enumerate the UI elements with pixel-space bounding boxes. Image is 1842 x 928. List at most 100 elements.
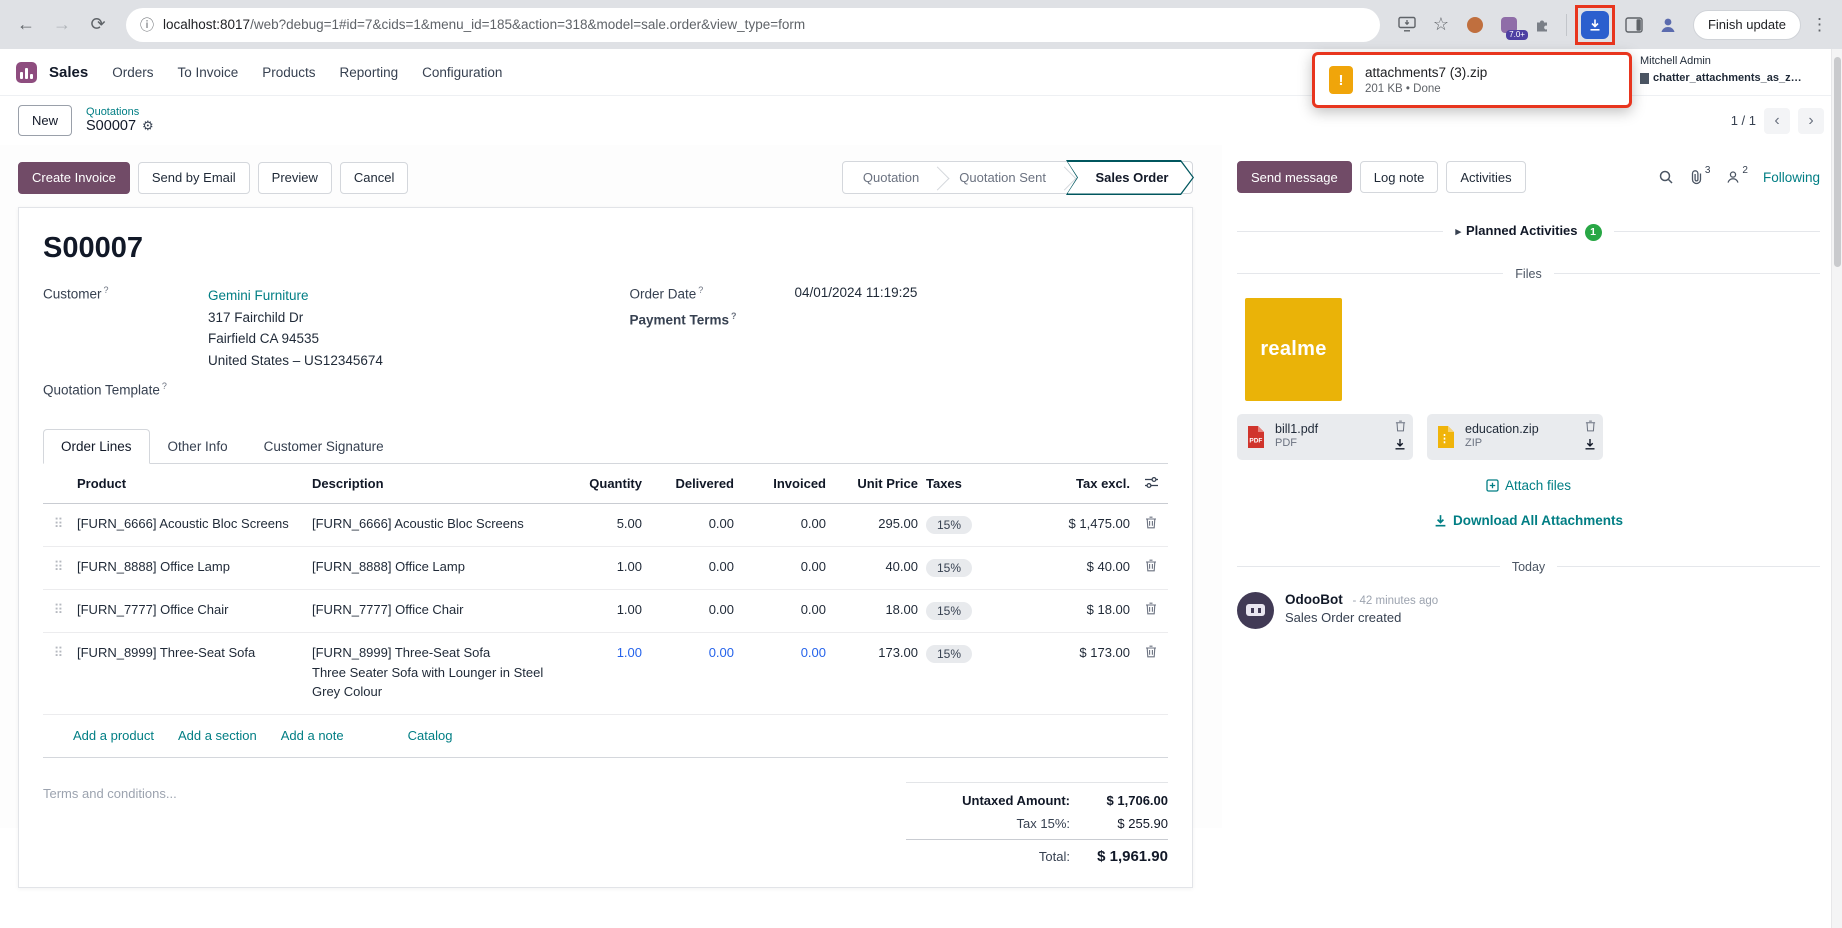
cell-quantity[interactable]: 1.00 bbox=[558, 547, 646, 586]
cell-description[interactable]: [FURN_6666] Acoustic Bloc Screens bbox=[308, 504, 558, 543]
cell-description[interactable]: [FURN_8999] Three-Seat Sofa Three Seater… bbox=[308, 633, 558, 714]
terms-placeholder[interactable]: Terms and conditions... bbox=[43, 782, 177, 801]
delete-row-icon[interactable] bbox=[1134, 633, 1168, 670]
downloads-icon[interactable] bbox=[1581, 11, 1609, 39]
cell-invoiced[interactable]: 0.00 bbox=[738, 633, 830, 672]
menu-orders[interactable]: Orders bbox=[112, 65, 153, 80]
search-messages-icon[interactable] bbox=[1658, 169, 1674, 185]
page-scrollbar[interactable] bbox=[1831, 49, 1842, 928]
cell-unit-price[interactable]: 295.00 bbox=[830, 504, 922, 543]
tab-other-info[interactable]: Other Info bbox=[150, 429, 246, 464]
shelf-file[interactable]: chatter_attachments_as_z… bbox=[1640, 72, 1840, 84]
preview-button[interactable]: Preview bbox=[258, 162, 332, 194]
install-app-icon[interactable] bbox=[1392, 10, 1422, 40]
menu-reporting[interactable]: Reporting bbox=[340, 65, 399, 80]
message-author[interactable]: OdooBot bbox=[1285, 592, 1343, 607]
cell-delivered[interactable]: 0.00 bbox=[646, 633, 738, 672]
cell-delivered[interactable]: 0.00 bbox=[646, 547, 738, 586]
download-attachment-icon[interactable] bbox=[1394, 437, 1406, 455]
attachment-card-pdf[interactable]: PDF bill1.pdf PDF bbox=[1237, 414, 1413, 460]
finish-update-button[interactable]: Finish update bbox=[1693, 10, 1801, 40]
tab-customer-signature[interactable]: Customer Signature bbox=[246, 429, 402, 464]
cell-invoiced[interactable]: 0.00 bbox=[738, 590, 830, 629]
log-note-button[interactable]: Log note bbox=[1360, 161, 1439, 193]
drag-handle-icon[interactable]: ⠿ bbox=[43, 633, 73, 673]
side-panel-icon[interactable] bbox=[1619, 10, 1649, 40]
col-delivered[interactable]: Delivered bbox=[646, 464, 738, 503]
cell-unit-price[interactable]: 40.00 bbox=[830, 547, 922, 586]
reload-button[interactable]: ⟳ bbox=[82, 9, 114, 41]
col-invoiced[interactable]: Invoiced bbox=[738, 464, 830, 503]
table-row[interactable]: ⠿ [FURN_7777] Office Chair [FURN_7777] O… bbox=[43, 590, 1168, 633]
extension-icon-2[interactable]: 7.0+ bbox=[1494, 10, 1524, 40]
pager-previous-icon[interactable]: ‹ bbox=[1764, 108, 1790, 134]
cell-delivered[interactable]: 0.00 bbox=[646, 590, 738, 629]
drag-handle-icon[interactable]: ⠿ bbox=[43, 590, 73, 630]
drag-handle-icon[interactable]: ⠿ bbox=[43, 547, 73, 587]
menu-to-invoice[interactable]: To Invoice bbox=[177, 65, 238, 80]
col-unit-price[interactable]: Unit Price bbox=[830, 464, 922, 503]
cell-product[interactable]: [FURN_8999] Three-Seat Sofa bbox=[73, 633, 308, 672]
tab-order-lines[interactable]: Order Lines bbox=[43, 429, 150, 464]
delete-row-icon[interactable] bbox=[1134, 504, 1168, 541]
send-message-button[interactable]: Send message bbox=[1237, 161, 1352, 193]
cell-unit-price[interactable]: 173.00 bbox=[830, 633, 922, 672]
delete-attachment-icon[interactable] bbox=[1395, 419, 1406, 437]
add-product-link[interactable]: Add a product bbox=[73, 728, 154, 743]
col-description[interactable]: Description bbox=[308, 464, 558, 503]
create-invoice-button[interactable]: Create Invoice bbox=[18, 162, 130, 194]
new-button[interactable]: New bbox=[18, 105, 72, 136]
order-title[interactable]: S00007 bbox=[43, 232, 1168, 265]
scrollbar-thumb[interactable] bbox=[1834, 57, 1841, 267]
catalog-link[interactable]: Catalog bbox=[408, 728, 453, 743]
status-sales-order[interactable]: Sales Order bbox=[1066, 161, 1194, 194]
breadcrumb-quotations[interactable]: Quotations bbox=[86, 106, 154, 119]
url-bar[interactable]: ⓘ localhost:8017/web?debug=1#id=7&cids=1… bbox=[126, 8, 1380, 42]
table-row[interactable]: ⠿ [FURN_8888] Office Lamp [FURN_8888] Of… bbox=[43, 547, 1168, 590]
cell-description[interactable]: [FURN_8888] Office Lamp bbox=[308, 547, 558, 586]
customer-field[interactable]: Gemini Furniture 317 Fairchild Dr Fairfi… bbox=[208, 285, 582, 371]
delete-row-icon[interactable] bbox=[1134, 590, 1168, 627]
tax-badge[interactable]: 15% bbox=[926, 516, 972, 534]
cell-unit-price[interactable]: 18.00 bbox=[830, 590, 922, 629]
table-row[interactable]: ⠿ [FURN_6666] Acoustic Bloc Screens [FUR… bbox=[43, 504, 1168, 547]
site-info-icon[interactable]: ⓘ bbox=[140, 15, 154, 35]
cell-delivered[interactable]: 0.00 bbox=[646, 504, 738, 543]
pager-next-icon[interactable]: › bbox=[1798, 108, 1824, 134]
followers-icon[interactable]: 2 bbox=[1725, 169, 1748, 185]
drag-handle-icon[interactable]: ⠿ bbox=[43, 504, 73, 544]
attachment-card-zip[interactable]: education.zip ZIP bbox=[1427, 414, 1603, 460]
send-by-email-button[interactable]: Send by Email bbox=[138, 162, 250, 194]
cell-invoiced[interactable]: 0.00 bbox=[738, 504, 830, 543]
tax-badge[interactable]: 15% bbox=[926, 645, 972, 663]
profile-avatar-icon[interactable] bbox=[1653, 10, 1683, 40]
forward-button[interactable]: → bbox=[46, 9, 78, 41]
cell-product[interactable]: [FURN_6666] Acoustic Bloc Screens bbox=[73, 504, 308, 543]
status-quotation[interactable]: Quotation bbox=[843, 162, 939, 193]
cell-product[interactable]: [FURN_8888] Office Lamp bbox=[73, 547, 308, 586]
delete-attachment-icon[interactable] bbox=[1585, 419, 1596, 437]
delete-row-icon[interactable] bbox=[1134, 547, 1168, 584]
image-attachment-realme[interactable]: realme bbox=[1245, 298, 1342, 401]
extensions-puzzle-icon[interactable] bbox=[1528, 10, 1558, 40]
tax-badge[interactable]: 15% bbox=[926, 559, 972, 577]
col-product[interactable]: Product bbox=[73, 464, 308, 503]
attachments-icon[interactable]: 3 bbox=[1689, 169, 1711, 185]
action-gear-icon[interactable]: ⚙ bbox=[142, 119, 154, 134]
cancel-button[interactable]: Cancel bbox=[340, 162, 408, 194]
activities-button[interactable]: Activities bbox=[1446, 161, 1525, 193]
order-date-field[interactable]: 04/01/2024 11:19:25 bbox=[795, 285, 1169, 300]
menu-products[interactable]: Products bbox=[262, 65, 315, 80]
menu-configuration[interactable]: Configuration bbox=[422, 65, 502, 80]
back-button[interactable]: ← bbox=[10, 9, 42, 41]
col-subtotal[interactable]: Tax excl. bbox=[1037, 464, 1134, 503]
cell-quantity[interactable]: 1.00 bbox=[558, 633, 646, 672]
cell-invoiced[interactable]: 0.00 bbox=[738, 547, 830, 586]
following-button[interactable]: Following bbox=[1763, 170, 1820, 185]
col-quantity[interactable]: Quantity bbox=[558, 464, 646, 503]
download-attachment-icon[interactable] bbox=[1584, 437, 1596, 455]
attach-files-link[interactable]: Attach files bbox=[1486, 478, 1571, 493]
add-section-link[interactable]: Add a section bbox=[178, 728, 257, 743]
cell-quantity[interactable]: 1.00 bbox=[558, 590, 646, 629]
browser-menu-icon[interactable]: ⋮ bbox=[1805, 15, 1832, 35]
